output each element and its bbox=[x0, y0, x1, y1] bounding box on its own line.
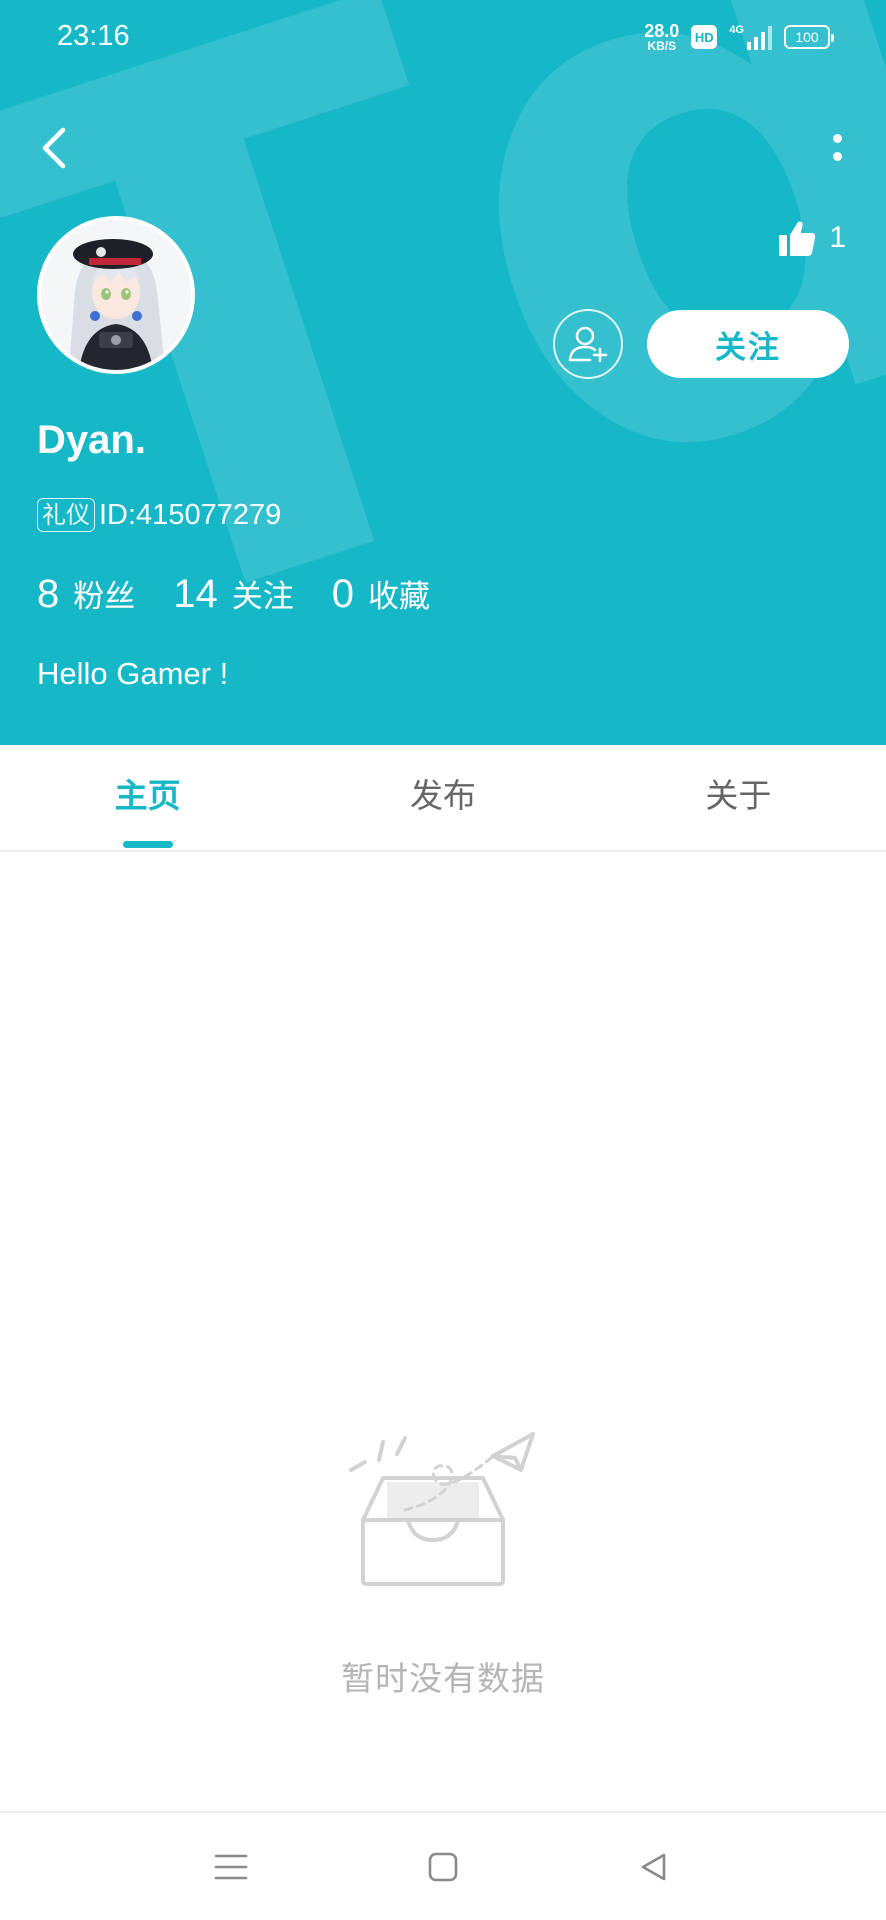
user-badge[interactable]: 礼仪 bbox=[37, 498, 95, 532]
more-options-button[interactable] bbox=[822, 124, 852, 170]
tab-home[interactable]: 主页 bbox=[0, 745, 295, 850]
stat-count: 0 bbox=[331, 572, 354, 616]
thumbs-up-icon bbox=[779, 221, 816, 256]
system-back-button[interactable] bbox=[628, 1841, 680, 1893]
more-dot-icon bbox=[832, 133, 842, 143]
status-time: 23:16 bbox=[57, 20, 130, 52]
profile-tabs: 主页 发布 关于 bbox=[0, 745, 886, 852]
network-type: 4G bbox=[729, 24, 744, 36]
menu-icon bbox=[214, 1854, 248, 1880]
tab-label: 发布 bbox=[409, 775, 476, 815]
add-user-icon bbox=[568, 326, 608, 363]
stat-following[interactable]: 14 关注 bbox=[173, 571, 294, 617]
stat-count: 8 bbox=[37, 572, 60, 616]
stat-label: 关注 bbox=[231, 579, 294, 615]
network-speed-value: 28.0 bbox=[644, 21, 680, 41]
empty-state: 暂时没有数据 bbox=[0, 1420, 886, 1700]
username: Dyan. bbox=[37, 418, 146, 462]
signal-icon: 4G bbox=[729, 24, 772, 50]
home-button[interactable] bbox=[417, 1841, 469, 1893]
profile-header: apTd 23:16 28.0 KB/S HD 4G 100 1 关注 Dyan… bbox=[0, 0, 886, 745]
avatar-image bbox=[41, 220, 191, 370]
user-id: ID:415077279 bbox=[99, 498, 282, 531]
tab-posts[interactable]: 发布 bbox=[295, 745, 590, 850]
status-bar: 23:16 28.0 KB/S HD 4G 100 bbox=[0, 0, 886, 78]
more-dot-icon bbox=[832, 151, 842, 161]
like-count: 1 bbox=[829, 221, 846, 254]
stat-favorites[interactable]: 0 收藏 bbox=[332, 571, 430, 617]
triangle-back-icon bbox=[641, 1853, 666, 1881]
empty-inbox-icon bbox=[349, 1432, 535, 1586]
stat-count: 14 bbox=[173, 572, 218, 616]
user-stats: 8 粉丝 14 关注 0 收藏 bbox=[37, 571, 468, 617]
recent-apps-button[interactable] bbox=[205, 1841, 257, 1893]
stat-followers[interactable]: 8 粉丝 bbox=[37, 571, 135, 617]
back-button[interactable] bbox=[32, 120, 76, 176]
network-speed-unit: KB/S bbox=[647, 39, 677, 53]
tab-active-indicator bbox=[122, 841, 173, 848]
avatar[interactable] bbox=[37, 216, 195, 374]
stat-label: 粉丝 bbox=[73, 579, 136, 615]
hd-icon: HD bbox=[691, 25, 718, 49]
tab-label: 关于 bbox=[705, 775, 772, 815]
chevron-left-icon bbox=[42, 127, 66, 169]
system-nav-bar bbox=[0, 1811, 886, 1920]
square-icon bbox=[428, 1852, 458, 1882]
stat-label: 收藏 bbox=[368, 579, 430, 615]
user-id-row: 礼仪 ID:415077279 bbox=[37, 498, 281, 532]
tab-label: 主页 bbox=[114, 775, 181, 815]
empty-state-message: 暂时没有数据 bbox=[341, 1659, 545, 1698]
network-speed: 28.0 KB/S bbox=[644, 22, 679, 52]
add-friend-button[interactable] bbox=[553, 309, 623, 379]
like-button[interactable]: 1 bbox=[777, 218, 846, 258]
user-bio: Hello Gamer ! bbox=[37, 656, 229, 691]
battery-icon: 100 bbox=[784, 25, 834, 49]
follow-button[interactable]: 关注 bbox=[647, 310, 849, 378]
status-icons: 28.0 KB/S HD 4G 100 bbox=[644, 22, 834, 52]
tab-about[interactable]: 关于 bbox=[591, 745, 886, 850]
